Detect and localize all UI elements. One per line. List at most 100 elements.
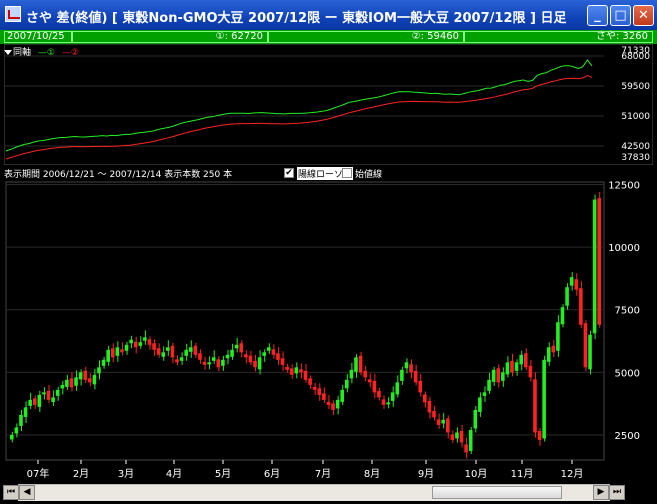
x-tick-label: 12月 <box>561 468 584 480</box>
x-tick-label: 7月 <box>315 468 331 480</box>
candle-body <box>546 347 551 362</box>
candle-body <box>588 334 592 370</box>
candle-body <box>560 307 565 325</box>
candle-body <box>207 362 211 365</box>
candle-body <box>42 392 46 395</box>
candle-body <box>459 430 464 443</box>
maximize-button[interactable]: □ <box>610 5 631 26</box>
candle-body <box>464 444 468 453</box>
candle-body <box>179 357 184 361</box>
candle-body <box>184 349 188 356</box>
candle-body <box>289 368 294 375</box>
top-y-tick-label: 59500 <box>621 82 650 92</box>
candle-body <box>372 380 377 393</box>
check-candle[interactable]: ✔ <box>284 168 294 178</box>
candle-body <box>468 429 473 451</box>
candle-body <box>271 349 276 355</box>
candle-body <box>276 353 280 360</box>
candle-body <box>400 369 404 381</box>
scroll-left-button[interactable]: ◀ <box>19 485 35 500</box>
candle-body <box>445 418 450 433</box>
candle-body <box>55 389 60 396</box>
scroll-thumb[interactable] <box>432 486 562 499</box>
x-tick-label: 2月 <box>73 468 89 480</box>
candle-body <box>28 399 32 406</box>
candle-body <box>101 359 106 366</box>
x-tick-label: 07年 <box>27 467 50 480</box>
candle-body <box>597 198 601 325</box>
top-y-tick-label: 42500 <box>621 142 650 152</box>
y-tick-label: 7500 <box>615 306 640 317</box>
candle-body <box>308 378 312 385</box>
candle-body <box>115 347 120 356</box>
candle-body <box>110 348 115 358</box>
candle-body <box>303 370 308 380</box>
x-tick-label: 6月 <box>264 468 280 480</box>
candle-body <box>432 410 436 418</box>
top-y-tick-label: 37830 <box>621 153 650 163</box>
candle-body <box>78 372 83 380</box>
candle-body <box>491 369 496 382</box>
candle-body <box>280 358 285 365</box>
minimize-button[interactable]: _ <box>587 5 608 26</box>
candle-body <box>60 384 65 389</box>
candle-body <box>381 399 386 405</box>
horizontal-scrollbar[interactable]: ⏮ ◀ ▶ ⏭ <box>3 484 625 501</box>
scroll-start-button[interactable]: ⏮ <box>3 485 19 500</box>
candle-body <box>129 339 133 344</box>
candle-body <box>592 199 597 334</box>
candle-body <box>69 378 74 388</box>
candle-body <box>487 379 491 391</box>
candle-body <box>175 359 179 363</box>
candle-body <box>19 414 23 426</box>
candle-body <box>198 353 202 360</box>
candle-body <box>106 349 110 362</box>
candle-body <box>409 364 413 373</box>
candle-body <box>138 342 143 346</box>
x-tick-label: 9月 <box>418 468 434 480</box>
candle-body <box>377 390 381 398</box>
x-tick-label: 11月 <box>511 468 534 480</box>
top-y-tick-label: 68000 <box>621 52 650 62</box>
candle-body <box>46 390 51 400</box>
close-button[interactable]: ✕ <box>633 5 654 26</box>
candle-body <box>285 366 289 370</box>
spread-candle-chart: 2500 5000 7500 10000 12500 07年 2月 3月 4月 5月 6月 7月 8月… <box>5 181 640 480</box>
candle-body <box>97 367 101 374</box>
x-tick-label: 10月 <box>465 468 488 480</box>
title-bar[interactable]: さや 差(終値) [ 東穀Non-GMO大豆 2007/12限 ー 東穀IOM一… <box>0 0 657 30</box>
candle-body <box>354 357 358 372</box>
scroll-right-button[interactable]: ▶ <box>593 485 609 500</box>
candle-body <box>166 347 170 351</box>
candle-body <box>294 367 299 374</box>
series1-line <box>5 59 593 152</box>
candle-body <box>510 360 514 373</box>
candle-body <box>331 403 335 410</box>
chart-y-ticks: 2500 5000 7500 10000 12500 <box>608 181 640 442</box>
candle-body <box>404 362 409 369</box>
top-panel-y-ticks: 713306800059500510004250037830 <box>621 46 650 163</box>
candle-body <box>455 432 459 439</box>
candle-body <box>423 394 427 403</box>
candle-body <box>363 370 367 378</box>
candle-body <box>473 409 478 429</box>
candle-body <box>253 360 257 368</box>
candle-body <box>542 359 546 439</box>
candle-body <box>478 397 482 412</box>
check-open[interactable] <box>342 168 352 178</box>
candle-body <box>450 434 455 440</box>
candle-body <box>244 354 248 358</box>
scroll-end-button[interactable]: ⏭ <box>609 485 625 500</box>
y-tick-label: 10000 <box>608 243 640 254</box>
candle-body <box>216 359 221 368</box>
candle-body <box>523 353 528 368</box>
candle-body <box>266 347 271 351</box>
candle-body <box>248 355 253 363</box>
candle-body <box>569 277 574 286</box>
candle-body <box>514 362 519 371</box>
candle-body <box>152 343 156 350</box>
chart-x-ticks: 07年 2月 3月 4月 5月 6月 7月 8月 9月 10月 11月 12月 <box>27 460 584 480</box>
candle-body <box>170 345 175 358</box>
y-tick-label: 5000 <box>615 368 640 379</box>
candle-body <box>202 361 207 365</box>
